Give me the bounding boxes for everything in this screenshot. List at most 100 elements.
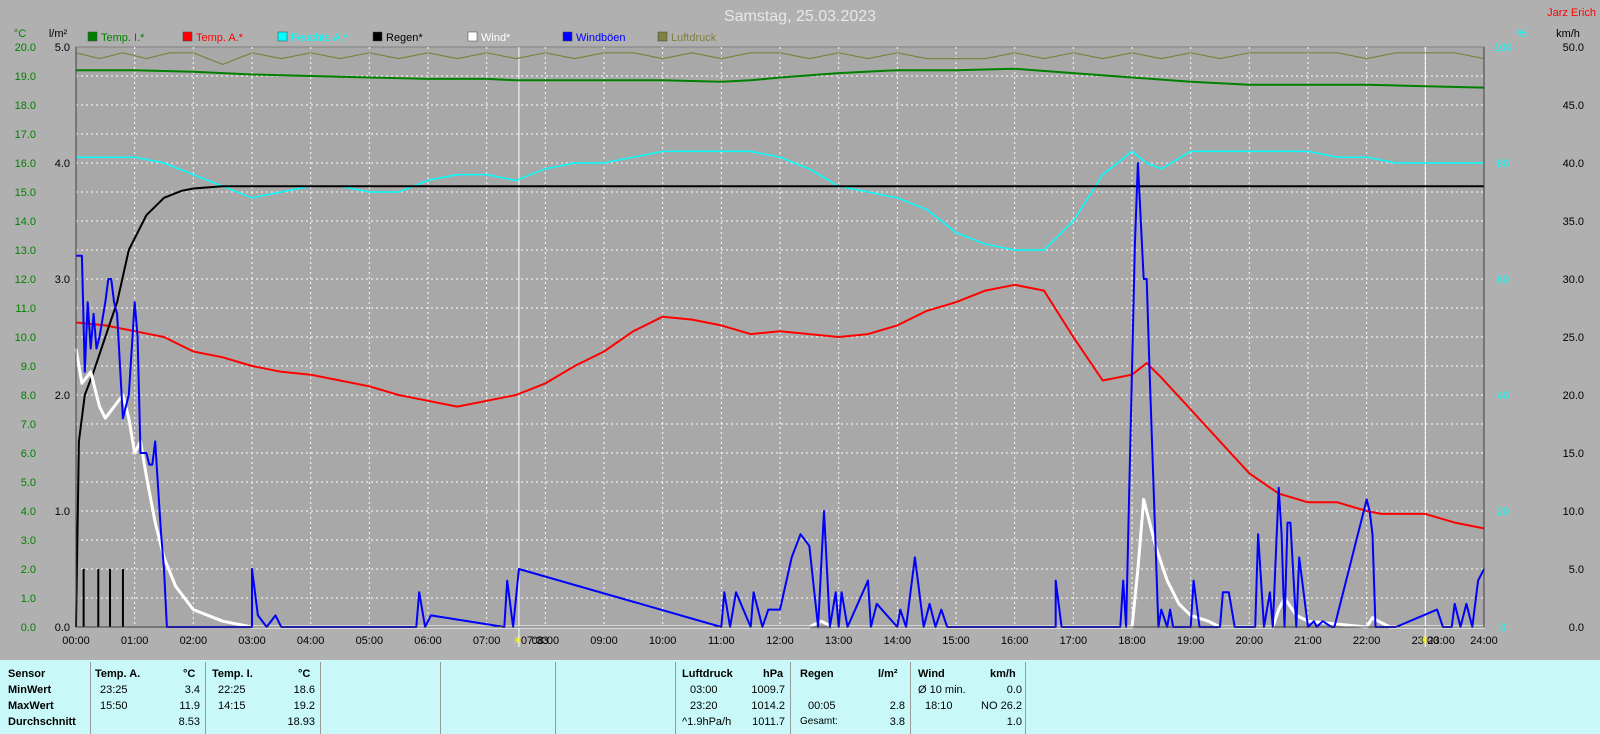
wind-tick-label: 40.0 (1563, 158, 1584, 170)
temp-i-min-value: 18.6 (293, 684, 315, 696)
legend-label: Regen* (386, 32, 423, 44)
wind-header: Wind (918, 668, 945, 680)
legend-swatch (87, 31, 98, 42)
legend-label: Luftdruck (671, 32, 717, 44)
pressure-max-value: 1014.2 (751, 700, 785, 712)
rain-total-label: Gesamt: (800, 716, 838, 727)
sun-marker-label: 07:33 (521, 635, 549, 647)
table-divider (910, 662, 911, 734)
wind-tick-label: 25.0 (1563, 332, 1584, 344)
rain-max-time: 00:05 (808, 700, 836, 712)
temp-tick-label: 15.0 (15, 187, 36, 199)
x-tick-label: 22:00 (1353, 635, 1381, 647)
row-label-max: MaxWert (8, 700, 54, 712)
x-tick-label: 21:00 (1294, 635, 1322, 647)
x-tick-label: 06:00 (414, 635, 442, 647)
temp-tick-label: 9.0 (21, 361, 36, 373)
temp-i-header: Temp. I. (212, 668, 253, 680)
rain-total-value: 3.8 (889, 716, 905, 728)
wind-tick-label: 45.0 (1563, 100, 1584, 112)
humidity-tick-label: 60 (1497, 274, 1509, 286)
humidity-tick-label: 80 (1497, 158, 1509, 170)
legend-swatch (562, 31, 573, 42)
rain-tick-label: 3.0 (55, 274, 70, 286)
rain-tick-label: 5.0 (55, 42, 70, 54)
table-divider (90, 662, 91, 734)
x-tick-label: 10:00 (649, 635, 677, 647)
legend-swatch (467, 31, 478, 42)
temp-i-min-time: 22:25 (218, 684, 246, 696)
temp-tick-label: 10.0 (15, 332, 36, 344)
wind-tick-label: 20.0 (1563, 390, 1584, 402)
humidity-tick-label: 100 (1494, 42, 1512, 54)
chart-title: Samstag, 25.03.2023 (724, 8, 876, 25)
table-divider (1025, 662, 1026, 734)
legend-label: Windböen (576, 32, 626, 44)
legend-label: Feuchte A.* (291, 32, 349, 44)
temp-tick-label: 12.0 (15, 274, 36, 286)
temp-a-max-value: 11.9 (179, 700, 200, 712)
x-tick-label: 07:00 (473, 635, 501, 647)
temp-tick-label: 13.0 (15, 245, 36, 257)
temp-a-min-time: 23:25 (100, 684, 128, 696)
temp-tick-label: 19.0 (15, 71, 36, 83)
wind-max-value: NO 26.2 (981, 700, 1022, 712)
temp-a-unit: °C (183, 668, 196, 680)
x-tick-label: 19:00 (1177, 635, 1205, 647)
pressure-trend: ^1.9hPa/h (682, 716, 732, 728)
legend-swatch (657, 31, 668, 42)
wind-tick-label: 35.0 (1563, 216, 1584, 228)
legend-swatch (372, 31, 383, 42)
x-tick-label: 11:00 (708, 635, 735, 647)
temp-a-header: Temp. A. (95, 668, 141, 680)
pressure-unit: hPa (763, 668, 784, 680)
wind-avg-value: 1.0 (1006, 716, 1022, 728)
table-divider (790, 662, 791, 734)
wind-tick-label: 5.0 (1569, 564, 1584, 576)
temp-tick-label: 1.0 (21, 593, 36, 605)
temp-unit-label: °C (14, 28, 26, 40)
temp-i-unit: °C (298, 668, 311, 680)
temp-tick-label: 20.0 (15, 42, 36, 54)
temp-tick-label: 14.0 (15, 216, 36, 228)
wind-unit: km/h (990, 668, 1016, 680)
sun-marker-label: 23:00 (1427, 635, 1455, 647)
humidity-unit-label: % (1517, 28, 1527, 40)
table-divider (320, 662, 321, 734)
temp-tick-label: 7.0 (21, 419, 36, 431)
wind-max-time: 18:10 (925, 700, 953, 712)
temp-i-max-value: 19.2 (293, 700, 315, 712)
wind-unit-label: km/h (1556, 28, 1580, 40)
temp-tick-label: 11.0 (15, 303, 36, 315)
temp-a-avg-value: 8.53 (178, 716, 200, 728)
x-tick-label: 17:00 (1060, 635, 1088, 647)
wind-avg10-value: 0.0 (1006, 684, 1022, 696)
humidity-tick-label: 40 (1497, 390, 1509, 402)
pressure-min-time: 03:00 (690, 684, 718, 696)
legend-label: Temp. A.* (196, 32, 244, 44)
temp-tick-label: 2.0 (21, 564, 36, 576)
temp-a-min-value: 3.4 (184, 684, 200, 696)
pressure-header: Luftdruck (682, 668, 733, 680)
table-divider (205, 662, 206, 734)
x-tick-label: 18:00 (1118, 635, 1146, 647)
humidity-tick-label: 20 (1497, 506, 1509, 518)
pressure-min-value: 1009.7 (751, 684, 785, 696)
x-tick-label: 01:00 (121, 635, 149, 647)
x-tick-label: 14:00 (884, 635, 912, 647)
x-tick-label: 04:00 (297, 635, 325, 647)
sensor-header: Sensor (8, 668, 46, 680)
pressure-avg-value: 1011.7 (752, 716, 785, 728)
x-tick-label: 02:00 (180, 635, 208, 647)
rain-header: Regen (800, 668, 834, 680)
rain-tick-label: 0.0 (55, 622, 70, 634)
wind-tick-label: 0.0 (1569, 622, 1584, 634)
wind-tick-label: 50.0 (1563, 42, 1584, 54)
wind-tick-label: 15.0 (1563, 448, 1584, 460)
temp-i-avg-value: 18.93 (287, 716, 315, 728)
temp-i-max-time: 14:15 (218, 700, 246, 712)
temp-tick-label: 5.0 (21, 477, 36, 489)
table-divider (675, 662, 676, 734)
wind-tick-label: 10.0 (1563, 506, 1584, 518)
rain-tick-label: 4.0 (55, 158, 70, 170)
